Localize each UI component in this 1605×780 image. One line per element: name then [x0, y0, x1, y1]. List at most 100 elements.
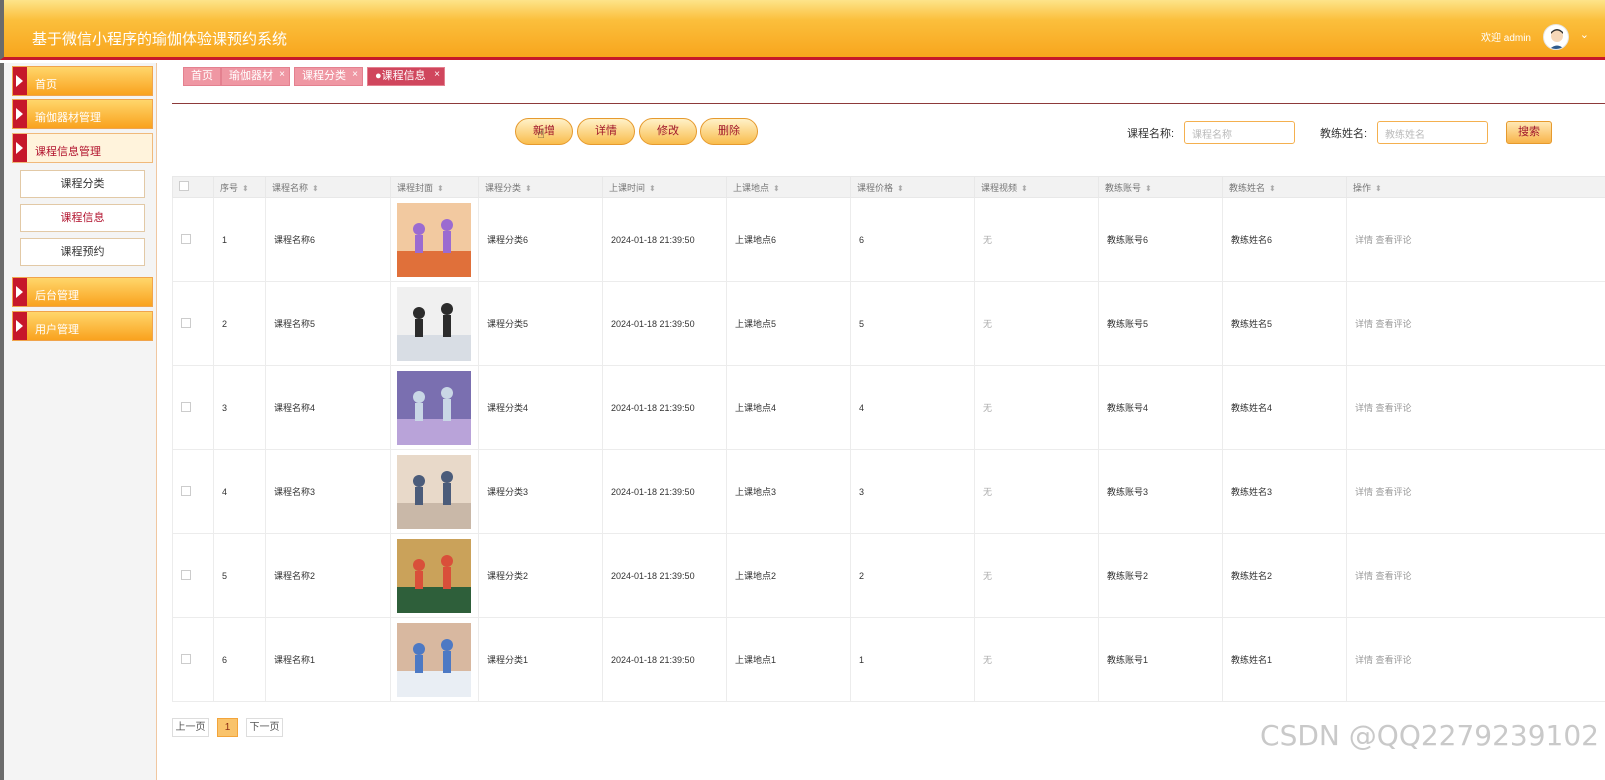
column-header[interactable]: 课程封面 ⬍	[390, 176, 479, 198]
sidebar-subitem-info[interactable]: 课程信息	[20, 204, 145, 232]
row-checkbox[interactable]	[181, 485, 191, 496]
table-row[interactable]: 2 课程名称5 课程分类5 2024-01-18 21:39:50 上课地点5 5 无教练账…	[172, 281, 1605, 366]
cell-no: 5	[213, 533, 266, 618]
row-select-cell	[172, 449, 214, 534]
avatar[interactable]	[1543, 24, 1569, 50]
row-checkbox[interactable]	[181, 401, 191, 412]
column-label: 上课地点	[733, 182, 770, 193]
sort-icon[interactable]: ⬍	[242, 184, 249, 193]
cell-category: 课程分类4	[478, 365, 603, 450]
table-body: 1 课程名称6 课程分类6 2024-01-18 21:39:50 上课地点6 6 无教练账…	[172, 197, 1605, 702]
cell-no: 6	[213, 617, 266, 702]
row-detail-link[interactable]: 详情	[1355, 655, 1373, 665]
course-name-label: 课程名称:	[1127, 128, 1175, 140]
cell-category: 课程分类5	[478, 281, 603, 366]
column-header[interactable]: 教练账号 ⬍	[1098, 176, 1223, 198]
chevron-down-icon[interactable]: ⌄	[1580, 28, 1589, 41]
row-detail-link[interactable]: 详情	[1355, 403, 1373, 413]
row-checkbox[interactable]	[181, 569, 191, 580]
row-comments-link[interactable]: 查看评论	[1376, 571, 1412, 581]
row-comments-link[interactable]: 查看评论	[1376, 235, 1412, 245]
sidebar-item-course[interactable]: 课程信息管理	[12, 133, 153, 163]
course-table: 序号 ⬍ 课程名称 ⬍ 课程封面 ⬍ 课程分类 ⬍ 上课时间 ⬍ 上课地点 ⬍ 课程价格 ⬍ …	[172, 176, 1605, 702]
course-cover-image	[397, 202, 471, 277]
sidebar-item-equipment[interactable]: 瑜伽器材管理	[12, 99, 153, 129]
column-header[interactable]: 上课地点 ⬍	[726, 176, 851, 198]
tab-course-info[interactable]: ●课程信息 ×	[367, 67, 445, 86]
cell-operations: 详情 查看评论	[1346, 281, 1605, 366]
avatar-icon	[1549, 29, 1565, 49]
delete-button[interactable]: 删除	[700, 118, 758, 145]
sort-icon[interactable]: ⬍	[1021, 184, 1028, 193]
sidebar-subitem-category[interactable]: 课程分类	[20, 170, 145, 198]
column-header[interactable]: 操作 ⬍	[1346, 176, 1605, 198]
table-row[interactable]: 6 课程名称1 课程分类1 2024-01-18 21:39:50 上课地点1 1 无教练账…	[172, 617, 1605, 702]
sort-icon[interactable]: ⬍	[525, 184, 532, 193]
close-icon[interactable]: ×	[279, 66, 285, 83]
row-comments-link[interactable]: 查看评论	[1376, 403, 1412, 413]
column-header[interactable]: 课程名称 ⬍	[265, 176, 391, 198]
sort-icon[interactable]: ⬍	[897, 184, 904, 193]
page-1-button[interactable]: 1	[217, 718, 238, 737]
cell-operations: 详情 查看评论	[1346, 617, 1605, 702]
tab-category[interactable]: 课程分类 ×	[294, 67, 363, 86]
cell-cover	[390, 617, 479, 702]
select-all-checkbox[interactable]	[179, 181, 189, 191]
welcome-text: 欢迎 admin	[1480, 33, 1531, 44]
cell-coach-account: 教练账号5	[1098, 281, 1223, 366]
sort-icon[interactable]: ⬍	[1375, 184, 1382, 193]
column-header[interactable]: 课程分类 ⬍	[478, 176, 603, 198]
column-header[interactable]: 序号 ⬍	[213, 176, 266, 198]
course-name-input[interactable]: 课程名称	[1184, 121, 1295, 144]
course-cover-image	[397, 370, 471, 445]
row-detail-link[interactable]: 详情	[1355, 571, 1373, 581]
cell-price: 4	[850, 365, 975, 450]
row-detail-link[interactable]: 详情	[1355, 235, 1373, 245]
close-icon[interactable]: ×	[434, 66, 440, 83]
column-label: 课程分类	[485, 182, 522, 193]
column-header[interactable]: 课程价格 ⬍	[850, 176, 975, 198]
row-comments-link[interactable]: 查看评论	[1376, 319, 1412, 329]
next-page-button[interactable]: 下一页	[246, 718, 283, 737]
sort-icon[interactable]: ⬍	[437, 184, 444, 193]
table-row[interactable]: 3 课程名称4 课程分类4 2024-01-18 21:39:50 上课地点4 4 无教练账…	[172, 365, 1605, 450]
cell-price: 6	[850, 197, 975, 282]
tab-home[interactable]: 首页	[183, 67, 221, 86]
row-comments-link[interactable]: 查看评论	[1376, 655, 1412, 665]
row-detail-link[interactable]: 详情	[1355, 319, 1373, 329]
column-header[interactable]: 上课时间 ⬍	[602, 176, 727, 198]
search-button[interactable]: 搜索	[1506, 121, 1552, 144]
table-row[interactable]: 1 课程名称6 课程分类6 2024-01-18 21:39:50 上课地点6 6 无教练账…	[172, 197, 1605, 282]
cell-price: 5	[850, 281, 975, 366]
sidebar-item-label: 首页	[35, 79, 57, 91]
column-header[interactable]: 教练姓名 ⬍	[1222, 176, 1347, 198]
sort-icon[interactable]: ⬍	[1145, 184, 1152, 193]
sidebar-item-home[interactable]: 首页	[12, 66, 153, 96]
row-comments-link[interactable]: 查看评论	[1376, 487, 1412, 497]
cell-time: 2024-01-18 21:39:50	[602, 617, 727, 702]
sort-icon[interactable]: ⬍	[1269, 184, 1276, 193]
course-cover-image	[397, 622, 471, 697]
row-checkbox[interactable]	[181, 317, 191, 328]
sidebar-item-users[interactable]: 用户管理	[12, 311, 153, 341]
close-icon[interactable]: ×	[352, 66, 358, 83]
column-header[interactable]: 课程视频 ⬍	[974, 176, 1099, 198]
row-checkbox[interactable]	[181, 233, 191, 244]
sort-icon[interactable]: ⬍	[773, 184, 780, 193]
table-row[interactable]: 5 课程名称2 课程分类2 2024-01-18 21:39:50 上课地点2 2 无教练账…	[172, 533, 1605, 618]
prev-page-button[interactable]: 上一页	[172, 718, 209, 737]
sidebar-item-admin[interactable]: 后台管理	[12, 277, 153, 307]
tab-equipment[interactable]: 瑜伽器材 ×	[221, 67, 290, 86]
coach-name-label: 教练姓名:	[1320, 128, 1368, 140]
edit-button[interactable]: 修改	[639, 118, 697, 145]
sort-icon[interactable]: ⬍	[649, 184, 656, 193]
row-detail-link[interactable]: 详情	[1355, 487, 1373, 497]
sidebar-subitem-booking[interactable]: 课程预约	[20, 238, 145, 266]
sort-icon[interactable]: ⬍	[312, 184, 319, 193]
row-checkbox[interactable]	[181, 653, 191, 664]
table-row[interactable]: 4 课程名称3 课程分类3 2024-01-18 21:39:50 上课地点3 3 无教练账…	[172, 449, 1605, 534]
arrow-icon	[13, 278, 27, 306]
course-cover-image	[397, 538, 471, 613]
detail-button[interactable]: 详情	[577, 118, 635, 145]
coach-name-input[interactable]: 教练姓名	[1377, 121, 1488, 144]
